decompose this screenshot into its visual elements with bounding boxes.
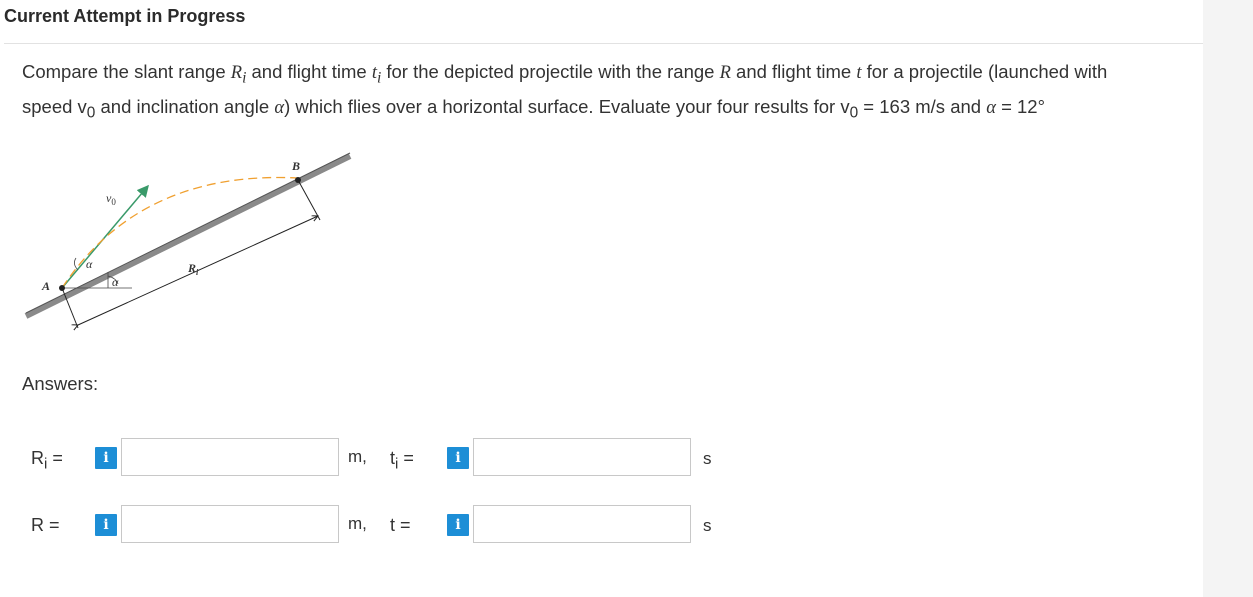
question-panel: Current Attempt in Progress Compare the … (0, 0, 1203, 597)
page-title: Current Attempt in Progress (4, 6, 246, 26)
q-text: for the depicted projectile with the ran… (381, 61, 720, 82)
answers-heading: Answers: (22, 373, 99, 394)
t-answer-eq: = (395, 515, 411, 535)
r-answer-label: R = (31, 515, 60, 536)
velocity-vector (61, 184, 149, 289)
t-input[interactable] (473, 505, 691, 543)
ri-label: Ri (187, 261, 199, 277)
dim-line-b (297, 179, 321, 221)
ti-answer-eq: = (398, 448, 414, 468)
ti-input[interactable] (473, 438, 691, 476)
info-icon[interactable]: i (95, 514, 117, 536)
point-a-label: A (41, 279, 50, 293)
t-unit: s (703, 516, 712, 535)
ri-answer-var: R (31, 448, 44, 468)
r-unit: m, (348, 514, 367, 533)
q-alpha: α (274, 97, 285, 118)
r-answer-var: R (31, 515, 44, 535)
q-text: for a projectile (launched with (861, 61, 1108, 82)
point-b-label: B (291, 159, 300, 173)
ri-answer-label: Ri = (31, 448, 63, 473)
angle-arc-upper (74, 257, 79, 271)
question-text: Compare the slant range Ri and flight ti… (22, 58, 1197, 127)
r-answer-eq: = (44, 515, 60, 535)
q-v0: v (77, 95, 87, 117)
q-text: and inclination angle (95, 95, 275, 117)
q-Ri: R (230, 63, 243, 83)
q-text: and flight time (730, 61, 857, 82)
info-icon[interactable]: i (447, 514, 469, 536)
ri-unit: m, (348, 447, 367, 466)
ri-input[interactable] (121, 438, 339, 476)
incline-surface (24, 153, 352, 319)
point-b-dot (295, 177, 301, 183)
q-v0b-sub: 0 (849, 104, 859, 122)
r-input[interactable] (121, 505, 339, 543)
q-text: and flight time (246, 61, 372, 82)
v0-label: v0 (106, 191, 116, 207)
ri-answer-eq: = (47, 448, 63, 468)
q-v0b: v (840, 95, 850, 117)
incline-edge (25, 152, 351, 314)
q-text: = 12° (995, 95, 1045, 117)
alpha-lower-label: α (112, 275, 119, 289)
projectile-figure: A B v0 α α Ri (24, 152, 352, 335)
t-answer-label: t = (390, 515, 411, 536)
q-text: speed (22, 95, 78, 117)
info-icon[interactable]: i (95, 447, 117, 469)
q-alphab: α (986, 97, 996, 118)
header-divider (4, 43, 1203, 44)
q-text: = 163 m/s and (858, 95, 987, 117)
trajectory-path (61, 176, 299, 289)
q-text: ) which flies over a horizontal surface.… (284, 95, 841, 117)
point-a-dot (59, 285, 65, 291)
alpha-upper-label: α (86, 257, 93, 271)
ti-answer-label: ti = (390, 448, 414, 473)
ti-unit: s (703, 449, 712, 468)
q-R: R (719, 63, 731, 83)
info-icon[interactable]: i (447, 447, 469, 469)
q-text: Compare the slant range (22, 61, 231, 82)
